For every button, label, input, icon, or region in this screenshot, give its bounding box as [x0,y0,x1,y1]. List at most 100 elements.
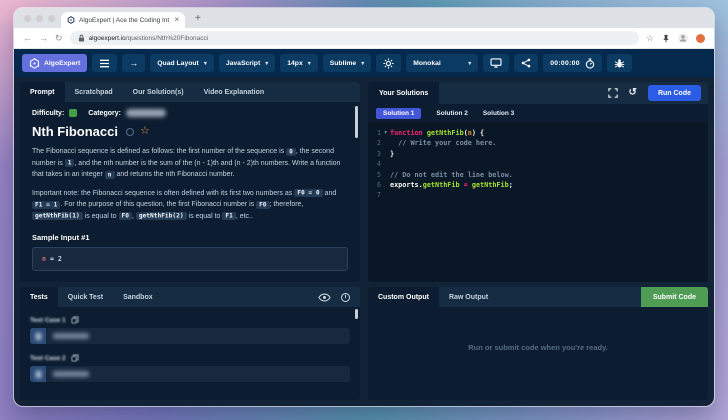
solution-tabs: Solution 1 Solution 2 Solution 3 [368,104,708,122]
inline-code-chip: F0 [118,212,132,220]
browser-tab[interactable]: AlgoExpert | Ace the Coding Int × [61,12,185,28]
code-line: 1 ▾ function getNthFib(n) { [376,128,485,138]
favorite-star-icon[interactable]: ☆ [140,126,150,137]
question-list-button[interactable] [92,54,118,72]
language-dropdown[interactable]: JavaScript ▾ [218,54,276,72]
code-line: 7 [376,191,381,200]
test-case-2-header: Test Case 2 [30,354,350,362]
fullscreen-icon[interactable] [607,88,618,98]
forward-icon[interactable]: → [39,33,48,43]
theme-dropdown[interactable]: Monokai ▾ [406,54,479,72]
eye-icon[interactable] [318,293,331,302]
inline-code-chip: getNthFib(1) [32,212,83,220]
extensions-pin-icon[interactable] [662,34,670,43]
question-title-row: Nth Fibonacci ☆ [32,124,348,139]
question-meta: Difficulty: Category: [32,109,348,117]
inline-code-chip: F1 [222,212,236,220]
share-button[interactable] [514,54,539,72]
solutions-actions: ↺ Run Code [607,85,708,101]
timer-value: 00:00:00 [550,59,580,67]
back-icon[interactable]: ← [23,33,32,43]
tab-tests[interactable]: Tests [20,287,58,307]
solution-tab-3[interactable]: Solution 3 [483,110,514,117]
tests-panel-tabs: Tests Quick Test Sandbox i [20,287,360,307]
copy-icon[interactable] [71,316,79,324]
tab-raw-output[interactable]: Raw Output [439,287,498,307]
output-content: Run or submit code when you're ready. [368,307,708,400]
algoexpert-logo-button[interactable]: AlgoExpert [22,54,88,72]
test-case-2-label: Test Case 2 [30,354,66,362]
profile-avatar-icon[interactable] [678,33,688,43]
layout-dropdown-label: Quad Layout [157,59,199,67]
inline-code-chip: F0 [256,200,270,209]
info-icon[interactable]: i [341,292,350,302]
test-case-2-row[interactable] [30,366,350,382]
report-bug-button[interactable] [606,54,632,72]
run-code-button[interactable]: Run Code [647,85,701,101]
completion-circle-icon[interactable] [125,127,134,136]
inline-code-chip: n [104,170,115,179]
close-window-button[interactable] [24,15,31,22]
close-tab-icon[interactable]: × [174,16,179,24]
test-case-1-value-redacted [53,333,89,339]
tab-video-explanation[interactable]: Video Explanation [194,82,275,102]
copy-icon[interactable] [71,354,79,362]
output-empty-message: Run or submit code when you're ready. [468,343,608,352]
account-badge[interactable] [696,33,705,43]
reset-code-icon[interactable]: ↺ [629,88,637,98]
font-size-dropdown[interactable]: 14px ▾ [280,54,318,72]
theme-dropdown-label: Monokai [413,59,441,67]
tab-sandbox[interactable]: Sandbox [113,287,163,307]
layout-dropdown[interactable]: Quad Layout ▾ [150,54,214,72]
bookmark-star-icon[interactable]: ☆ [646,33,654,43]
presentation-mode-button[interactable] [483,54,510,72]
test-case-2-input-badge [30,366,46,382]
tab-custom-output[interactable]: Custom Output [368,287,439,307]
tab-our-solutions[interactable]: Our Solution(s) [123,82,194,102]
solution-tab-2[interactable]: Solution 2 [436,110,467,117]
inline-code-chip: 0 [286,147,296,156]
output-panel-tabs: Custom Output Raw Output Submit Code [368,287,708,307]
test-case-1-row[interactable] [30,328,350,344]
brightness-toggle-button[interactable] [376,54,402,72]
tab-scratchpad[interactable]: Scratchpad [65,82,123,102]
inline-code-chip: getNthFib(2) [135,212,187,220]
tab-prompt[interactable]: Prompt [20,82,65,102]
url-domain: algoexpert.io [88,34,126,42]
app-toolbar: AlgoExpert → Quad Layout ▾ JavaScript ▾ … [14,49,714,77]
bug-icon [614,58,625,68]
solutions-header: Your Solutions ↺ Run Code [368,82,708,104]
new-tab-button[interactable]: + [195,13,201,24]
code-fold-icon[interactable]: ▾ [381,128,390,138]
sample-input-label: Sample Input #1 [32,233,90,242]
share-icon [521,58,531,68]
language-dropdown-label: JavaScript [225,59,261,67]
problem-paragraph-1: The Fibonacci sequence is defined as fol… [32,147,341,179]
next-question-button[interactable]: → [122,54,146,72]
monitor-icon [490,58,502,68]
lock-icon [78,34,84,42]
inline-code-chip: 1 [64,159,75,167]
minimize-window-button[interactable] [36,15,43,22]
prompt-content: Difficulty: Category: Nth Fibonacci ☆ Th… [20,102,360,282]
zoom-window-button[interactable] [48,15,55,22]
prompt-scrollbar[interactable] [355,106,358,138]
tab-your-solutions[interactable]: Your Solutions [368,82,440,104]
address-bar[interactable]: algoexpert.io/questions/Nth%20Fibonacci [69,31,639,45]
tab-quick-test[interactable]: Quick Test [58,287,113,307]
solution-tab-1[interactable]: Solution 1 [376,107,422,119]
browser-url-bar: ← → ↻ algoexpert.io/questions/Nth%20Fibo… [14,28,714,49]
test-case-1-input-badge [30,328,46,344]
keybinding-dropdown[interactable]: Sublime ▾ [322,54,372,72]
prompt-panel-tabs: Prompt Scratchpad Our Solution(s) Video … [20,82,360,102]
brand-label: AlgoExpert [44,59,81,67]
timer-button[interactable]: 00:00:00 [543,54,602,72]
submit-code-button[interactable]: Submit Code [640,287,708,307]
list-icon [100,59,110,67]
tests-scrollbar[interactable] [355,309,358,319]
workspace-grid: Prompt Scratchpad Our Solution(s) Video … [14,77,714,406]
code-line: 4 [376,160,381,169]
reload-icon[interactable]: ↻ [55,33,63,43]
code-editor[interactable]: 1 ▾ function getNthFib(n) {2 // Write your… [368,122,708,282]
solutions-panel: Your Solutions ↺ Run Code Solution 1 Sol… [368,82,708,282]
